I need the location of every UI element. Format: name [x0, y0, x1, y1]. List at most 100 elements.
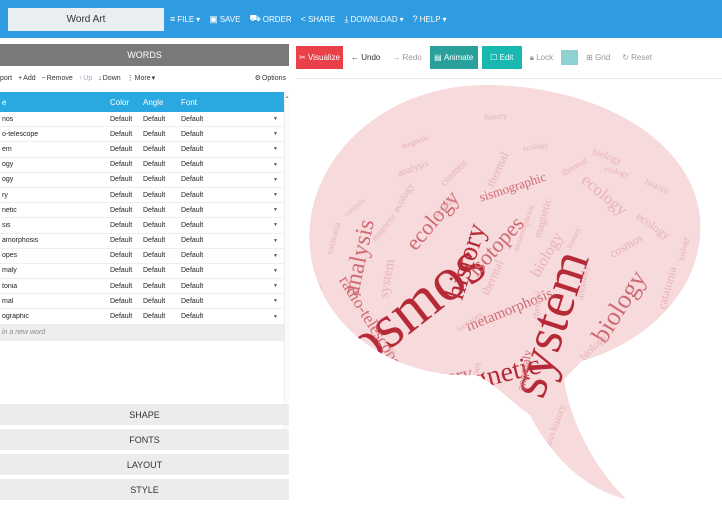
options-button[interactable]: ⚙ Options [255, 69, 286, 87]
cell-angle[interactable]: Default [143, 146, 181, 153]
dropdown-arrow-icon[interactable]: ▼ [273, 268, 283, 274]
table-row[interactable]: sis Default Default Default ▼ [0, 218, 284, 234]
cell-angle[interactable]: Default [143, 161, 181, 168]
reset-button[interactable]: ↻ Reset [618, 46, 656, 69]
cell-color[interactable]: Default [110, 267, 143, 274]
cell-word[interactable]: mal [0, 298, 110, 305]
cell-font[interactable]: Default [181, 116, 273, 123]
cell-color[interactable]: Default [110, 207, 143, 214]
cell-angle[interactable]: Default [143, 131, 181, 138]
cell-word[interactable]: tonia [0, 283, 110, 290]
cell-angle[interactable]: Default [143, 252, 181, 259]
cell-color[interactable]: Default [110, 283, 143, 290]
column-word[interactable]: e [0, 98, 110, 107]
cell-angle[interactable]: Default [143, 176, 181, 183]
dropdown-arrow-icon[interactable]: ▼ [273, 177, 283, 183]
dropdown-arrow-icon[interactable]: ▼ [273, 131, 283, 137]
dropdown-arrow-icon[interactable]: ▼ [273, 283, 283, 289]
dropdown-arrow-icon[interactable]: ▼ [273, 116, 283, 122]
cell-color[interactable]: Default [110, 313, 143, 320]
cell-color[interactable]: Default [110, 176, 143, 183]
words-panel-header[interactable]: WORDS [0, 44, 289, 66]
cell-word[interactable]: sis [0, 222, 110, 229]
animate-button[interactable]: ▤ Animate [429, 46, 478, 69]
table-row[interactable]: o-telescope Default Default Default ▼ [0, 127, 284, 143]
cell-color[interactable]: Default [110, 252, 143, 259]
menu-order[interactable]: ⛟ ORDER [249, 13, 291, 25]
word-cloud-canvas[interactable]: cosmos systemmagnetichistorybiologyanalys… [296, 79, 722, 513]
app-title[interactable]: Word Art [8, 8, 164, 31]
cell-angle[interactable]: Default [143, 283, 181, 290]
cell-word[interactable]: amorphosis [0, 237, 110, 244]
menu-share[interactable]: < SHARE [301, 14, 336, 24]
table-row[interactable]: ogy Default Default Default ▼ [0, 158, 284, 173]
cell-word[interactable]: maly [0, 267, 110, 274]
edit-button[interactable]: ☐ Edit [481, 46, 522, 69]
cell-font[interactable]: Default [181, 252, 273, 259]
dropdown-arrow-icon[interactable]: ▼ [273, 314, 283, 320]
cell-font[interactable]: Default [181, 267, 273, 274]
dropdown-arrow-icon[interactable]: ▼ [273, 253, 283, 259]
menu-file[interactable]: ≡ FILE ▾ [170, 14, 200, 24]
scroll-up-icon[interactable]: ▲ [285, 94, 289, 99]
table-row[interactable]: netic Default Default Default ▼ [0, 203, 284, 219]
cell-font[interactable]: Default [181, 146, 273, 153]
section-fonts[interactable]: FONTS [0, 428, 289, 450]
dropdown-arrow-icon[interactable]: ▼ [273, 207, 283, 213]
cell-angle[interactable]: Default [143, 237, 181, 244]
column-color[interactable]: Color [110, 98, 143, 107]
cell-font[interactable]: Default [181, 161, 273, 168]
cell-font[interactable]: Default [181, 313, 273, 320]
cell-word[interactable]: netic [0, 207, 110, 214]
table-row[interactable]: maly Default Default Default ▼ [0, 264, 284, 280]
cell-color[interactable]: Default [110, 146, 143, 153]
section-layout[interactable]: LAYOUT [0, 453, 289, 475]
cell-word[interactable]: ographic [0, 313, 110, 320]
cell-word[interactable]: em [0, 146, 110, 153]
import-button[interactable]: port [0, 75, 12, 82]
move-down-button[interactable]: ↓ Down [98, 75, 120, 82]
redo-button[interactable]: → Redo [388, 46, 425, 69]
cell-color[interactable]: Default [110, 192, 143, 199]
cell-angle[interactable]: Default [143, 267, 181, 274]
cell-color[interactable]: Default [110, 222, 143, 229]
column-angle[interactable]: Angle [143, 98, 181, 107]
cell-word[interactable]: opes [0, 252, 110, 259]
cell-word[interactable]: nos [0, 116, 110, 123]
table-row[interactable]: mal Default Default Default ▼ [0, 294, 284, 310]
cell-font[interactable]: Default [181, 283, 273, 290]
table-row[interactable]: nos Default Default Default ▼ [0, 112, 284, 128]
menu-download[interactable]: ⤓ DOWNLOAD ▾ [345, 14, 404, 25]
words-scrollbar[interactable]: ▲ ▼ [284, 92, 289, 442]
cell-word[interactable]: ogy [0, 176, 110, 183]
visualize-button[interactable]: ✂ Visualize [296, 46, 343, 69]
dropdown-arrow-icon[interactable]: ▼ [273, 146, 283, 152]
lock-button[interactable]: 🔒︎ Lock [526, 46, 557, 69]
dropdown-arrow-icon[interactable]: ▼ [273, 298, 283, 304]
background-color-swatch[interactable] [561, 50, 579, 65]
cell-angle[interactable]: Default [143, 207, 181, 214]
cell-font[interactable]: Default [181, 298, 273, 305]
cell-font[interactable]: Default [181, 176, 273, 183]
cell-word[interactable]: ry [0, 192, 110, 199]
table-row[interactable]: ry Default Default Default ▼ [0, 188, 284, 204]
new-word-input[interactable]: in a new word [0, 324, 284, 341]
cell-color[interactable]: Default [110, 131, 143, 138]
dropdown-arrow-icon[interactable]: ▼ [273, 238, 283, 244]
menu-help[interactable]: ? HELP ▾ [413, 14, 447, 24]
cell-font[interactable]: Default [181, 131, 273, 138]
cell-font[interactable]: Default [181, 237, 273, 244]
cell-angle[interactable]: Default [143, 313, 181, 320]
cell-color[interactable]: Default [110, 237, 143, 244]
cell-font[interactable]: Default [181, 192, 273, 199]
cell-color[interactable]: Default [110, 116, 143, 123]
menu-save[interactable]: ▣ SAVE [209, 14, 240, 25]
cell-angle[interactable]: Default [143, 116, 181, 123]
more-button[interactable]: ⋮ More ▾ [127, 74, 155, 83]
cell-color[interactable]: Default [110, 298, 143, 305]
cell-word[interactable]: ogy [0, 161, 110, 168]
remove-button[interactable]: − Remove [42, 75, 73, 82]
undo-button[interactable]: ← Undo [347, 46, 384, 69]
dropdown-arrow-icon[interactable]: ▼ [273, 192, 283, 198]
table-row[interactable]: opes Default Default Default ▼ [0, 249, 284, 264]
